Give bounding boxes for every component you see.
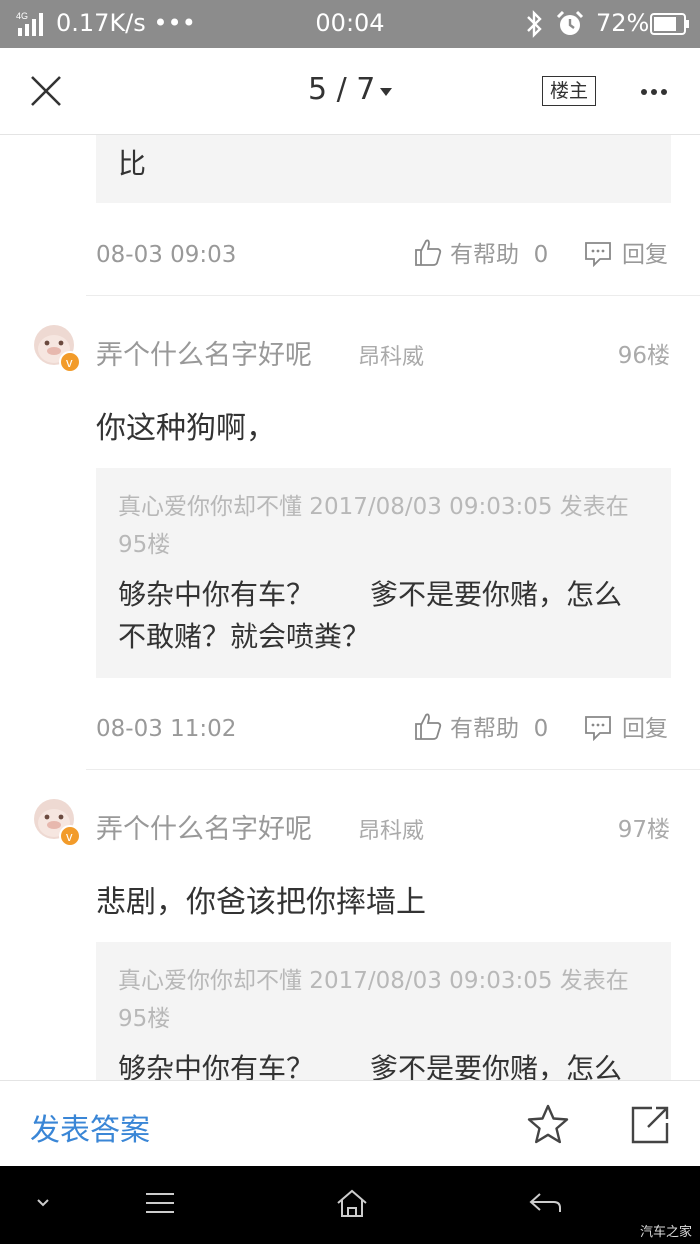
close-icon[interactable] <box>28 73 64 109</box>
floor-number: 96楼 <box>617 343 670 369</box>
user-car: 昂科威 <box>358 819 425 844</box>
post-answer-button[interactable]: 发表答案 <box>30 1105 150 1149</box>
alarm-icon <box>556 10 584 35</box>
quote-text: 够杂中你有车？ 爹不是要你赌，怎么 <box>118 578 623 611</box>
floor-number: 97楼 <box>617 817 670 843</box>
quote-text: 够杂中你有车？ 爹不是要你赌，怎么 <box>118 1052 623 1080</box>
post-time: 08-03 09:03 <box>96 242 237 268</box>
thumb-up-icon[interactable] <box>414 237 442 267</box>
quote-text: 比 <box>118 147 147 180</box>
helpful-label: 有帮助 <box>450 716 519 742</box>
share-icon[interactable] <box>630 1105 670 1145</box>
status-time: 00:04 <box>315 9 385 37</box>
star-icon[interactable] <box>526 1103 570 1145</box>
nav-collapse-icon[interactable] <box>36 1198 50 1208</box>
watermark: 汽车之家 <box>639 1225 692 1240</box>
svg-text:v: v <box>66 355 73 370</box>
status-bar: 4G 0.17K/s ••• 00:04 72% <box>0 0 700 48</box>
quote-block: 比 <box>96 135 671 203</box>
system-nav-bar: 汽车之家 <box>0 1166 700 1244</box>
quote-block: 真心爱你你却不懂 2017/08/03 09:03:05 发表在 95楼 够杂中… <box>96 942 671 1080</box>
more-icon[interactable] <box>640 88 668 96</box>
quote-meta: 真心爱你你却不懂 2017/08/03 09:03:05 发表在 <box>118 494 629 520</box>
battery-icon <box>650 13 689 35</box>
reply-icon[interactable] <box>584 241 612 267</box>
svg-text:v: v <box>66 829 73 844</box>
divider <box>86 295 700 296</box>
username[interactable]: 弄个什么名字好呢 <box>96 807 312 846</box>
nav-menu-icon[interactable] <box>144 1190 176 1216</box>
helpful-label: 有帮助 <box>450 242 519 268</box>
helpful-button[interactable]: 有帮助 0 <box>450 235 548 275</box>
post-footer: 08-03 11:02 有帮助 0 回复 <box>96 709 671 749</box>
quote-meta-floor: 95楼 <box>118 532 171 558</box>
reply-button[interactable]: 回复 <box>622 709 668 749</box>
post-time: 08-03 11:02 <box>96 716 237 742</box>
divider <box>86 769 700 770</box>
battery-percent: 72% <box>596 9 650 37</box>
action-bar: 发表答案 <box>0 1080 700 1167</box>
reply-button[interactable]: 回复 <box>622 235 668 275</box>
bluetooth-icon <box>527 10 542 38</box>
reply-icon[interactable] <box>584 715 612 741</box>
thumb-up-icon[interactable] <box>414 711 442 741</box>
username[interactable]: 弄个什么名字好呢 <box>96 333 312 372</box>
avatar[interactable]: v <box>30 323 80 373</box>
helpful-button[interactable]: 有帮助 0 <box>450 709 548 749</box>
page-indicator[interactable]: 5 / 7 <box>308 72 375 107</box>
top-nav: 5 / 7 楼主 <box>0 48 700 135</box>
quote-meta-floor: 95楼 <box>118 1006 171 1032</box>
post-text: 悲剧，你爸该把你摔墙上 <box>96 885 426 920</box>
quote-text: 不敢赌？就会喷粪？ <box>118 620 371 653</box>
caret-down-icon[interactable] <box>380 88 392 96</box>
avatar[interactable]: v <box>30 797 80 847</box>
post-footer: 08-03 09:03 有帮助 0 回复 <box>96 235 671 275</box>
reply-list: 比 08-03 09:03 有帮助 0 回复 v 弄个什么名字好呢 昂科威 96… <box>0 135 700 1080</box>
quote-block: 真心爱你你却不懂 2017/08/03 09:03:05 发表在 95楼 够杂中… <box>96 468 671 678</box>
post-text: 你这种狗啊， <box>96 411 276 446</box>
nav-home-icon[interactable] <box>336 1188 368 1218</box>
quote-meta: 真心爱你你却不懂 2017/08/03 09:03:05 发表在 <box>118 968 629 994</box>
helpful-count: 0 <box>533 716 549 742</box>
helpful-count: 0 <box>533 242 549 268</box>
owner-only-button[interactable]: 楼主 <box>542 76 596 106</box>
user-car: 昂科威 <box>358 345 425 370</box>
nav-back-icon[interactable] <box>528 1190 562 1216</box>
